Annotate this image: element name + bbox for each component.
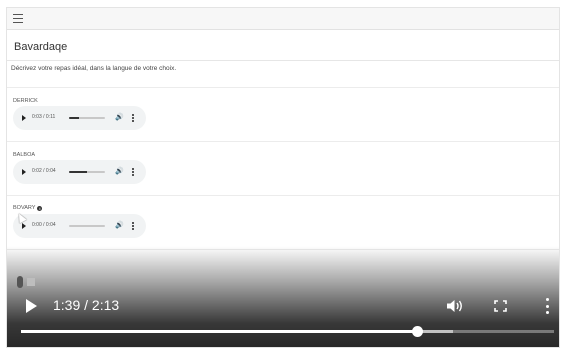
play-icon[interactable] [22, 115, 26, 121]
title-divider [7, 60, 559, 61]
video-progress-fill [21, 330, 418, 333]
audio-progress-track[interactable] [69, 171, 105, 173]
audio-time: 0:03 / 0:11 [32, 114, 56, 120]
volume-icon[interactable]: 🔊 [115, 221, 124, 231]
entry-divider [7, 141, 559, 142]
audio-time: 0:00 / 0:04 [32, 222, 56, 228]
entry-name: DERRICK [13, 98, 38, 104]
info-icon[interactable]: i [37, 205, 43, 211]
video-progress-track[interactable] [21, 330, 554, 333]
top-bar [7, 8, 559, 30]
video-time: 1:39 / 2:13 [53, 297, 120, 313]
volume-icon[interactable]: 🔊 [115, 113, 124, 123]
stop-icon[interactable] [27, 278, 35, 286]
audio-time: 0:02 / 0:04 [32, 168, 56, 174]
entry-name: BALBOA [13, 152, 36, 158]
entry-divider [7, 195, 559, 196]
prompt-text: Décrivez votre repas idéal, dans la lang… [11, 65, 177, 72]
more-vert-icon[interactable] [132, 114, 134, 122]
hamburger-menu-icon[interactable] [13, 14, 23, 23]
more-vert-icon[interactable] [132, 168, 134, 176]
recorder-bar [17, 276, 35, 288]
volume-icon[interactable] [446, 299, 464, 313]
fullscreen-icon[interactable] [494, 300, 507, 312]
audio-progress-fill [69, 171, 87, 173]
play-icon[interactable] [22, 169, 26, 175]
entry-divider [7, 87, 559, 88]
play-icon[interactable] [22, 223, 26, 229]
volume-icon[interactable]: 🔊 [115, 167, 124, 177]
audio-player[interactable]: 0:02 / 0:04 🔊 [13, 160, 146, 184]
audio-progress-track[interactable] [69, 225, 105, 227]
page-title: Bavardaqe [14, 41, 68, 53]
play-icon[interactable] [26, 299, 37, 313]
more-vert-icon[interactable] [132, 222, 134, 230]
entry-name: BOVARY i [13, 205, 43, 211]
audio-progress-track[interactable] [69, 117, 105, 119]
audio-progress-fill [69, 117, 79, 119]
video-frame: Bavardaqe Décrivez votre repas idéal, da… [6, 7, 560, 348]
microphone-icon[interactable] [17, 276, 23, 288]
video-scrubber-handle[interactable] [412, 326, 424, 337]
audio-player[interactable]: 0:00 / 0:04 🔊 [13, 214, 146, 238]
more-vert-icon[interactable] [545, 298, 549, 314]
audio-player[interactable]: 0:03 / 0:11 🔊 [13, 106, 146, 130]
